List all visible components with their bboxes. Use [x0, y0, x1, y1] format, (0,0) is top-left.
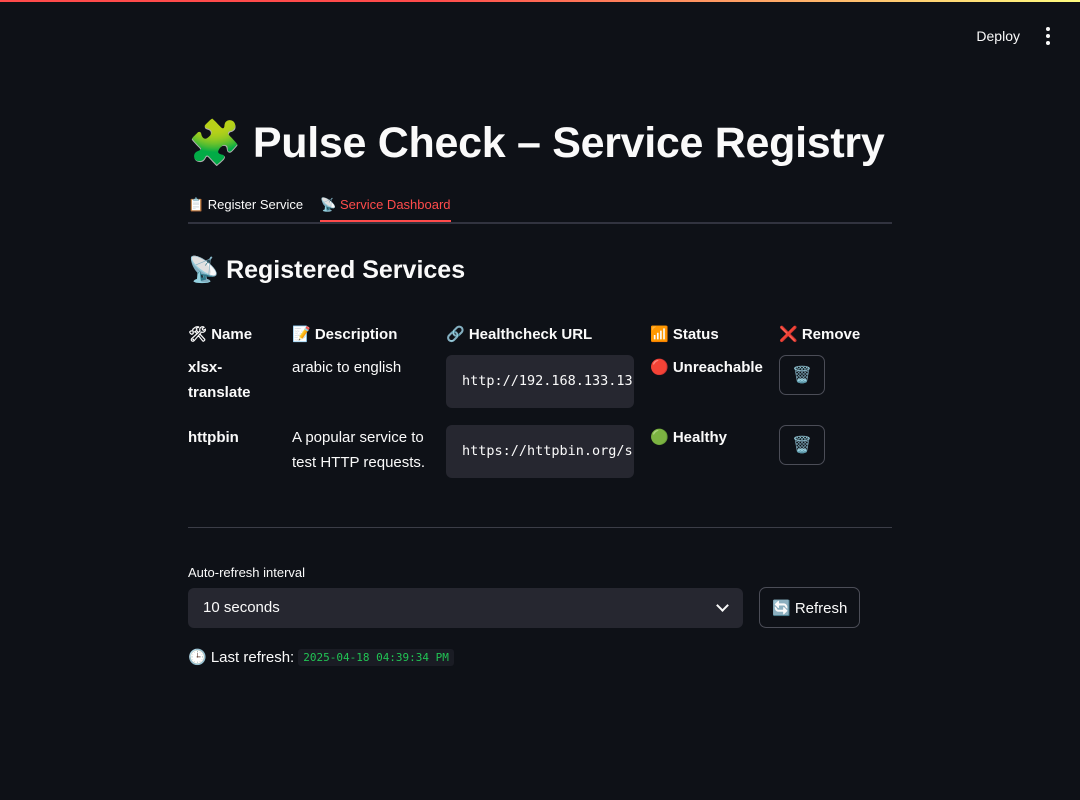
table-header-row: 🛠 Name 📝 Description 🔗 Healthcheck URL 📶… [188, 314, 892, 355]
section-title: 📡 Registered Services [188, 256, 466, 284]
table-row: httpbin A popular service to test HTTP r… [188, 425, 892, 480]
tab-service-dashboard[interactable]: 📡 Service Dashboard [320, 190, 451, 222]
last-refresh-line: 🕒 Last refresh: 2025-04-18 04:39:34 PM [188, 648, 892, 666]
services-table: 🛠 Name 📝 Description 🔗 Healthcheck URL 📶… [188, 314, 892, 480]
interval-label: Auto-refresh interval [188, 565, 306, 580]
divider [188, 527, 892, 528]
table-row: xlsx-translate arabic to english http://… [188, 355, 892, 425]
refresh-controls-row: 10 seconds 🔄 Refresh [188, 587, 892, 628]
service-name: httpbin [188, 429, 239, 446]
status-badge: 🟢 Healthy [650, 429, 728, 446]
remove-cell: 🗑️ [779, 355, 859, 395]
service-description: A popular service to test HTTP requests. [292, 429, 426, 471]
status-badge: 🔴 Unreachable [650, 359, 763, 376]
app-toolbar: Deploy [968, 22, 1060, 50]
service-url-cell: https://httpbin.org/s [446, 425, 634, 478]
tab-register-service[interactable]: 📋 Register Service [188, 190, 303, 220]
tab-bar: 📋 Register Service 📡 Service Dashboard [188, 190, 892, 224]
column-header-name: 🛠 Name [188, 326, 253, 343]
trash-icon: 🗑️ [792, 366, 812, 384]
kebab-menu-icon[interactable] [1036, 22, 1060, 50]
refresh-button[interactable]: 🔄 Refresh [759, 587, 861, 628]
page-title: 🧩 Pulse Check – Service Registry [188, 119, 885, 167]
interval-selected-value: 10 seconds [203, 599, 280, 616]
chevron-down-icon [716, 599, 729, 612]
column-header-description: 📝 Description [292, 326, 398, 343]
column-header-status: 📶 Status [650, 326, 719, 343]
interval-select[interactable]: 10 seconds [188, 587, 743, 628]
service-name: xlsx-translate [188, 359, 251, 401]
remove-cell: 🗑️ [779, 425, 859, 465]
healthcheck-url-code[interactable]: http://192.168.133.13 [446, 355, 634, 408]
service-description: arabic to english [292, 359, 402, 376]
main-content: 🧩 Pulse Check – Service Registry 📋 Regis… [188, 110, 892, 666]
trash-icon: 🗑️ [792, 436, 812, 454]
column-header-url: 🔗 Healthcheck URL [446, 326, 593, 343]
column-header-remove: ❌ Remove [779, 326, 861, 343]
remove-service-button[interactable]: 🗑️ [779, 425, 825, 465]
deploy-button[interactable]: Deploy [968, 22, 1028, 50]
last-refresh-label: 🕒 Last refresh: [188, 649, 295, 666]
remove-service-button[interactable]: 🗑️ [779, 355, 825, 395]
top-decoration-strip [0, 0, 1080, 2]
last-refresh-timestamp: 2025-04-18 04:39:34 PM [298, 648, 454, 666]
refresh-controls: Auto-refresh interval 10 seconds 🔄 Refre… [188, 565, 892, 666]
service-url-cell: http://192.168.133.13 [446, 355, 634, 408]
healthcheck-url-code[interactable]: https://httpbin.org/s [446, 425, 634, 478]
